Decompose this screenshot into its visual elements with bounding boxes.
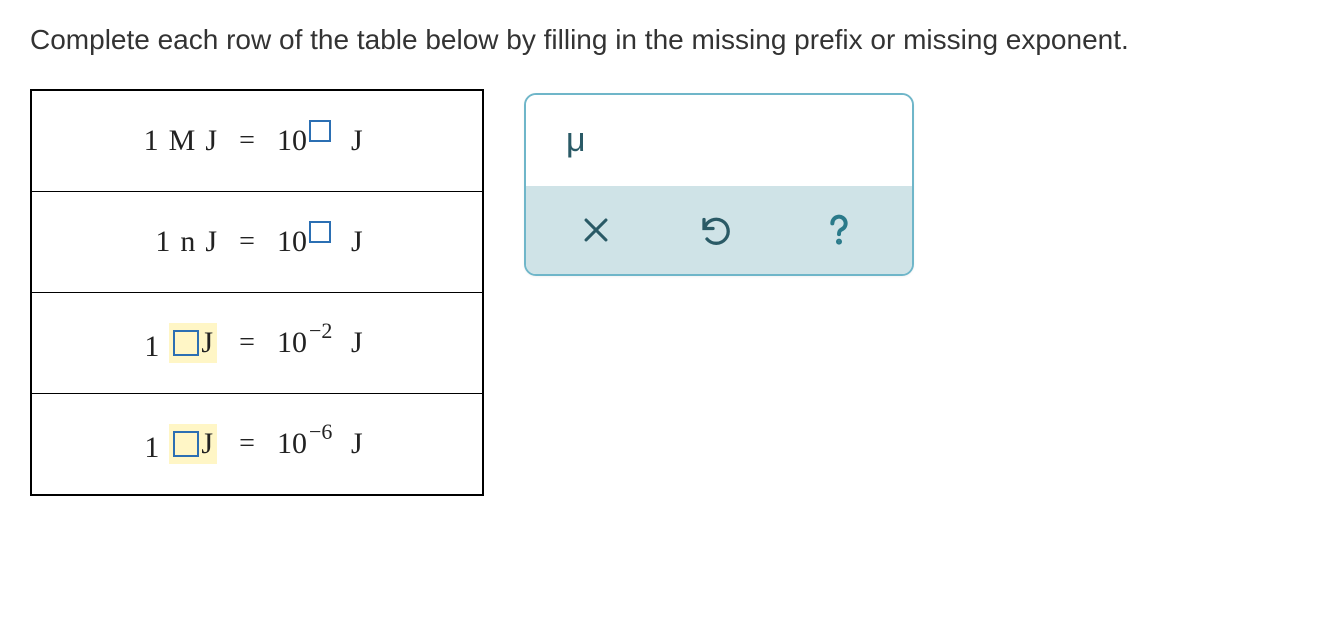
unit-right: J bbox=[351, 225, 363, 259]
exponent: −2 bbox=[309, 318, 332, 344]
clear-button[interactable] bbox=[573, 207, 619, 253]
table-row: 1 J = 10 −2 J bbox=[32, 293, 482, 393]
equals-sign: = bbox=[217, 226, 277, 258]
base-ten: 10 bbox=[277, 326, 307, 360]
coefficient: 1 bbox=[144, 330, 159, 364]
unit-left: J bbox=[205, 225, 217, 259]
base-ten: 10 bbox=[277, 124, 307, 158]
base-ten: 10 bbox=[277, 225, 307, 259]
content-row: 1 M J = 10 J 1 n bbox=[30, 89, 1296, 496]
unit-left: J bbox=[201, 326, 213, 360]
base-ten: 10 bbox=[277, 427, 307, 461]
tool-panel-top: μ bbox=[526, 95, 912, 186]
coefficient: 1 bbox=[144, 124, 159, 158]
coefficient: 1 bbox=[144, 431, 159, 465]
equals-sign: = bbox=[217, 125, 277, 157]
table-row: 1 M J = 10 J bbox=[32, 91, 482, 191]
prefix-input[interactable] bbox=[173, 431, 199, 457]
exponent: −6 bbox=[309, 419, 332, 445]
unit-right: J bbox=[351, 427, 363, 461]
undo-button[interactable] bbox=[692, 206, 740, 254]
unit-right: J bbox=[351, 326, 363, 360]
undo-icon bbox=[698, 212, 734, 248]
prefix-input-wrap: J bbox=[169, 424, 217, 464]
coefficient: 1 bbox=[155, 225, 170, 259]
prefix: n bbox=[180, 225, 195, 259]
close-icon bbox=[579, 213, 613, 247]
prefix-input-wrap: J bbox=[169, 323, 217, 363]
unit-right: J bbox=[351, 124, 363, 158]
exponent-input[interactable] bbox=[309, 221, 331, 243]
equation-table: 1 M J = 10 J 1 n bbox=[30, 89, 484, 496]
equals-sign: = bbox=[217, 428, 277, 460]
instruction-text: Complete each row of the table below by … bbox=[30, 20, 1296, 59]
help-button[interactable] bbox=[813, 204, 865, 256]
equals-sign: = bbox=[217, 327, 277, 359]
exponent-input[interactable] bbox=[309, 120, 331, 142]
mu-button[interactable]: μ bbox=[556, 117, 596, 164]
table-row: 1 n J = 10 J bbox=[32, 192, 482, 292]
tool-panel: μ bbox=[524, 93, 914, 276]
unit-left: J bbox=[201, 427, 213, 461]
tool-panel-bottom bbox=[526, 186, 912, 274]
table-row: 1 J = 10 −6 J bbox=[32, 394, 482, 494]
help-icon bbox=[819, 210, 859, 250]
prefix-input[interactable] bbox=[173, 330, 199, 356]
prefix: M bbox=[169, 124, 196, 158]
unit-left: J bbox=[205, 124, 217, 158]
